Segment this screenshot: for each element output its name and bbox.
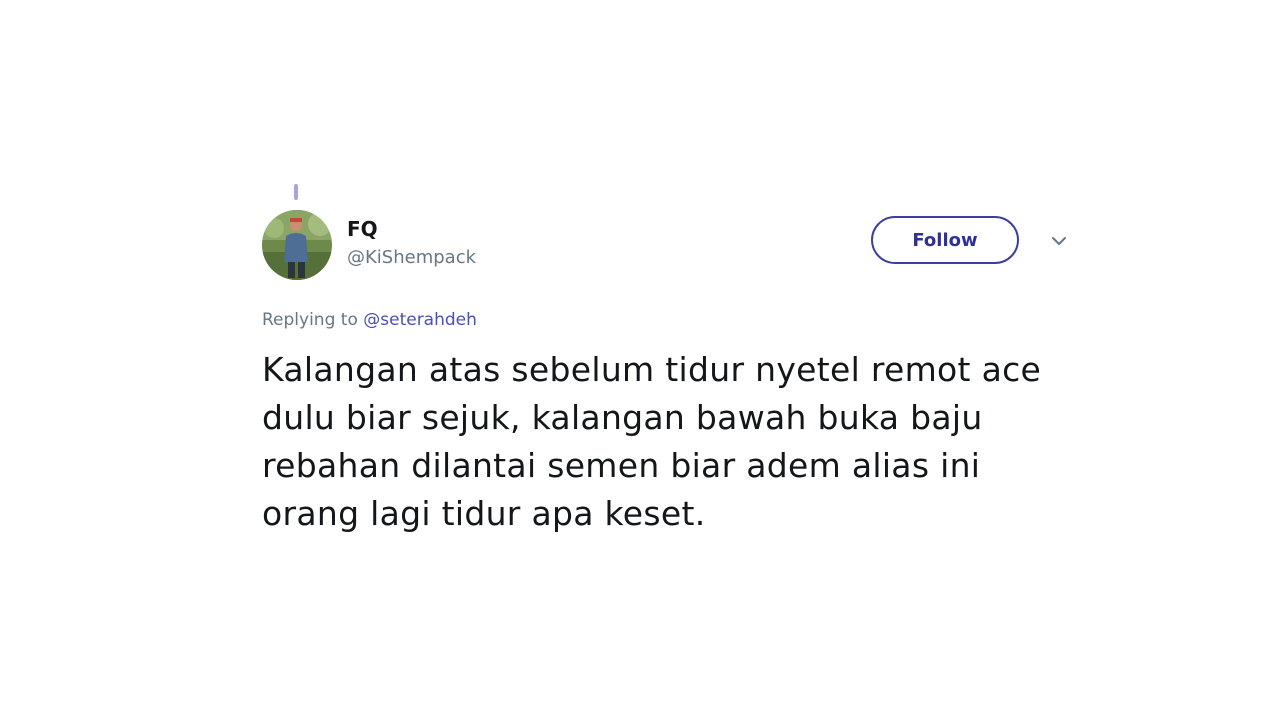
replying-to-mention[interactable]: @seterahdeh [363,310,477,330]
chevron-down-icon[interactable] [1048,230,1070,252]
tweet-header: FQ @KiShempack Follow [262,210,1082,282]
replying-prefix: Replying to [262,310,358,330]
avatar-photo-icon [262,210,332,280]
tweet-text-line: Kalangan atas sebelum tidur nyetel remot… [262,350,1042,389]
thread-connector-line [294,184,298,200]
tweet-text-line: dulu biar sejuk, kalangan bawah buka baj… [262,398,983,437]
display-name[interactable]: FQ [347,216,476,242]
user-names: FQ @KiShempack [347,216,476,271]
user-handle[interactable]: @KiShempack [347,245,476,271]
tweet-text-line: rebahan dilantai semen biar adem alias i… [262,446,981,485]
follow-button[interactable]: Follow [871,216,1019,264]
avatar[interactable] [262,210,332,280]
replying-to-line: Replying to @seterahdeh [262,308,477,332]
tweet-text: Kalangan atas sebelum tidur nyetel remot… [262,346,1082,538]
tweet-text-line: orang lagi tidur apa keset. [262,494,706,533]
